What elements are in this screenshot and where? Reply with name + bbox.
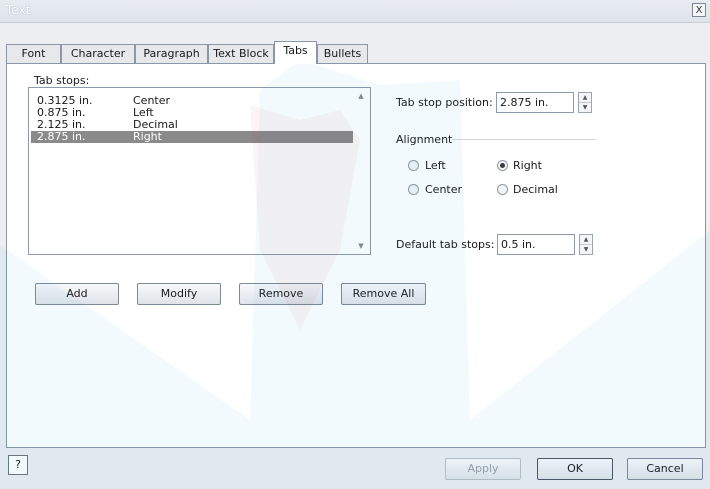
cancel-button[interactable]: Cancel <box>627 458 703 480</box>
close-button[interactable]: X <box>692 3 706 17</box>
ok-button[interactable]: OK <box>537 458 613 480</box>
list-item-selected[interactable]: 2.875 in. Right <box>31 131 353 143</box>
modify-button[interactable]: Modify <box>137 283 221 305</box>
spin-down-icon[interactable]: ▼ <box>580 245 592 254</box>
tab-stop-position-label: Tab stop position: <box>396 96 493 109</box>
default-tab-stops-spinner[interactable]: ▲ ▼ <box>579 234 593 255</box>
apply-button[interactable]: Apply <box>445 458 521 480</box>
remove-all-button[interactable]: Remove All <box>341 283 426 305</box>
remove-button[interactable]: Remove <box>239 283 323 305</box>
radio-right[interactable] <box>497 160 508 171</box>
spin-up-icon[interactable]: ▲ <box>580 235 592 245</box>
tab-stops-list[interactable]: 0.3125 in. Center 0.875 in. Left 2.125 i… <box>28 87 371 255</box>
spin-up-icon[interactable]: ▲ <box>579 93 591 103</box>
tab-stop-position-spinner[interactable]: ▲ ▼ <box>578 92 592 113</box>
tab-stop-position-input[interactable]: 2.875 in. <box>496 92 574 113</box>
scroll-up-arrow-icon[interactable]: ▲ <box>353 89 369 103</box>
alignment-group-divider <box>452 139 596 140</box>
list-scrollbar[interactable]: ▲ ▼ <box>353 89 369 253</box>
radio-right-label[interactable]: Right <box>513 159 542 172</box>
help-icon[interactable]: ? <box>8 455 28 475</box>
tab-tabs[interactable]: Tabs <box>274 41 317 64</box>
radio-decimal-label[interactable]: Decimal <box>513 183 558 196</box>
tab-paragraph[interactable]: Paragraph <box>135 44 208 63</box>
tab-stop-alignment-text: Right <box>133 130 162 143</box>
window-title: Text <box>6 3 31 17</box>
radio-center[interactable] <box>408 184 419 195</box>
scroll-down-arrow-icon[interactable]: ▼ <box>353 239 369 253</box>
default-tab-stops-label: Default tab stops: <box>396 238 495 251</box>
default-tab-stops-input[interactable]: 0.5 in. <box>497 234 575 255</box>
tab-stops-label: Tab stops: <box>34 74 90 87</box>
tab-stop-position-text: 2.875 in. <box>37 130 86 143</box>
radio-left-label[interactable]: Left <box>425 159 446 172</box>
tab-bullets[interactable]: Bullets <box>317 44 368 63</box>
radio-center-label[interactable]: Center <box>425 183 462 196</box>
tab-character[interactable]: Character <box>61 44 135 63</box>
radio-decimal[interactable] <box>497 184 508 195</box>
tab-text-block[interactable]: Text Block <box>208 44 274 63</box>
title-bar: Text X <box>0 0 710 23</box>
alignment-group-label: Alignment <box>396 133 453 146</box>
tab-font[interactable]: Font <box>6 44 61 63</box>
radio-left[interactable] <box>408 160 419 171</box>
spin-down-icon[interactable]: ▼ <box>579 103 591 112</box>
add-button[interactable]: Add <box>35 283 119 305</box>
